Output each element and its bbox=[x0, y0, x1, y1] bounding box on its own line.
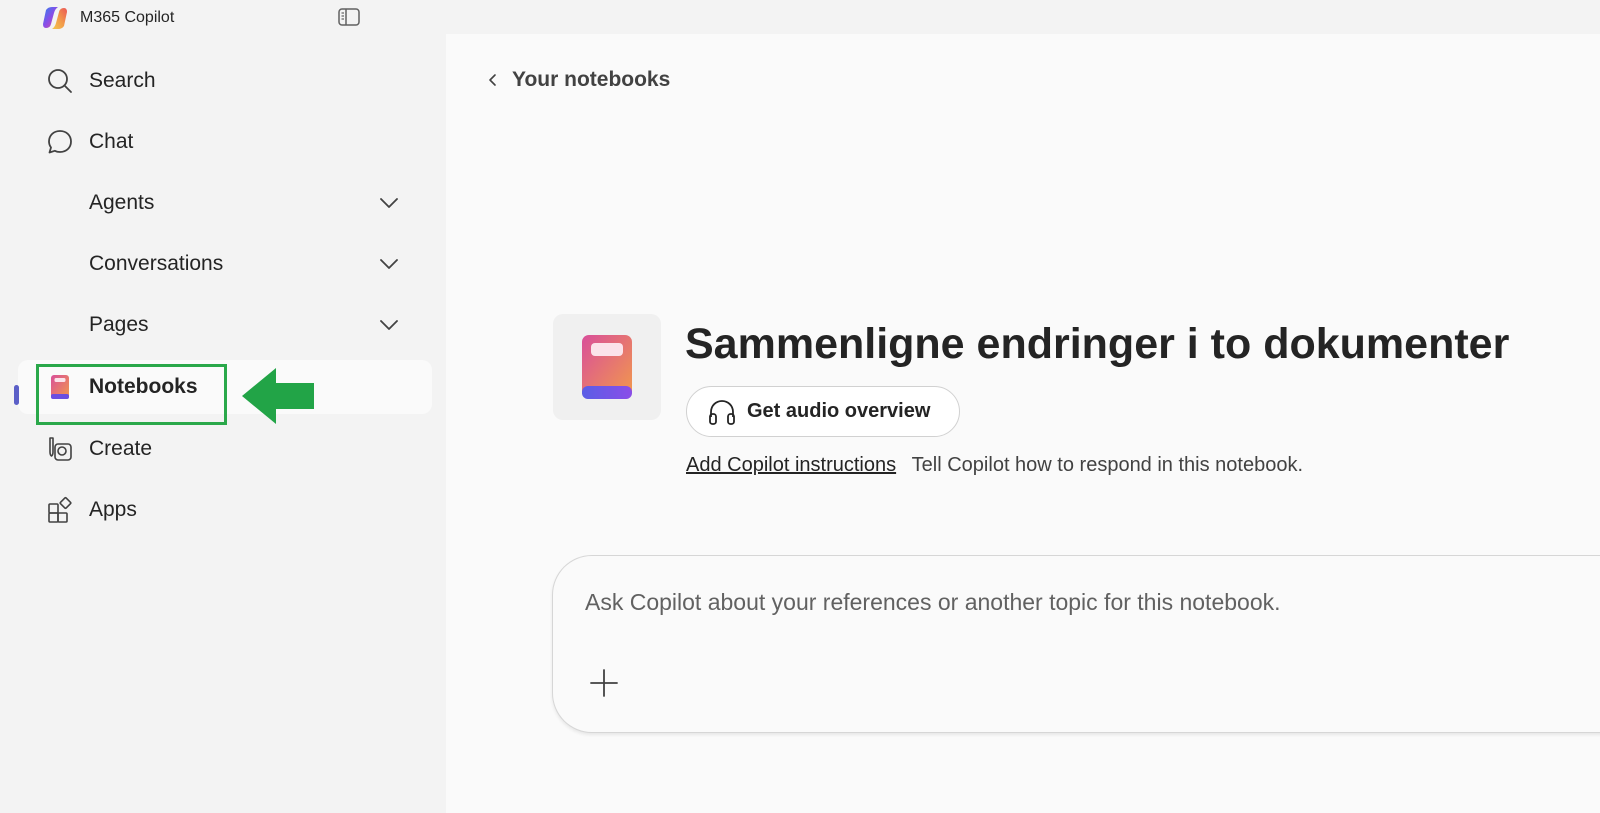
sidebar-item-label: Conversations bbox=[89, 252, 224, 275]
chat-icon bbox=[48, 130, 72, 154]
sidebar-item-label: Pages bbox=[89, 313, 149, 336]
sidebar-item-agents[interactable]: Agents bbox=[18, 176, 432, 230]
add-icon[interactable] bbox=[589, 668, 619, 698]
create-icon bbox=[49, 437, 72, 461]
sidebar-item-pages[interactable]: Pages bbox=[18, 298, 432, 352]
instructions-row: Add Copilot instructions Tell Copilot ho… bbox=[686, 454, 1303, 477]
chevron-down-icon[interactable] bbox=[378, 192, 400, 214]
sidebar-item-label: Agents bbox=[89, 191, 155, 214]
get-audio-overview-button[interactable]: Get audio overview bbox=[686, 386, 960, 437]
notebook-title: Sammenligne endringer i to dokumenter bbox=[685, 320, 1510, 368]
active-indicator bbox=[14, 385, 19, 405]
chevron-down-icon[interactable] bbox=[378, 253, 400, 275]
arrow-left-icon bbox=[242, 368, 314, 424]
instructions-help-text: Tell Copilot how to respond in this note… bbox=[911, 454, 1304, 476]
search-icon bbox=[48, 69, 72, 93]
sidebar-item-create[interactable]: Create bbox=[18, 422, 432, 476]
back-to-notebooks-link[interactable]: Your notebooks bbox=[486, 68, 670, 92]
sidebar-item-label: Apps bbox=[89, 498, 137, 521]
sidebar-item-conversations[interactable]: Conversations bbox=[18, 237, 432, 291]
sidebar-item-search[interactable]: Search bbox=[18, 54, 432, 108]
copilot-logo-icon bbox=[43, 7, 67, 29]
headphones-icon bbox=[709, 399, 735, 425]
sidebar-item-label: Create bbox=[89, 437, 153, 460]
notebook-icon bbox=[582, 335, 632, 399]
apps-icon bbox=[48, 496, 72, 523]
add-copilot-instructions-link[interactable]: Add Copilot instructions bbox=[686, 454, 896, 476]
prompt-box bbox=[552, 555, 1600, 733]
audio-button-label: Get audio overview bbox=[747, 400, 931, 422]
notebook-cover bbox=[553, 314, 661, 420]
back-link-label: Your notebooks bbox=[512, 68, 671, 91]
title-bar: M365 Copilot bbox=[0, 0, 1600, 34]
sidebar-item-apps[interactable]: Apps bbox=[18, 483, 432, 537]
annotation-highlight-box bbox=[36, 364, 227, 425]
sidebar-item-label: Search bbox=[89, 69, 156, 92]
main-content: Your notebooks Sammenligne endringer i t… bbox=[446, 34, 1600, 813]
chevron-left-icon bbox=[489, 74, 496, 86]
sidebar-item-label: Chat bbox=[89, 130, 134, 153]
prompt-input[interactable] bbox=[585, 584, 1585, 620]
chevron-down-icon[interactable] bbox=[378, 314, 400, 336]
sidebar-toggle-icon[interactable] bbox=[338, 8, 360, 26]
app-title: M365 Copilot bbox=[80, 9, 175, 26]
sidebar-item-chat[interactable]: Chat bbox=[18, 115, 432, 169]
